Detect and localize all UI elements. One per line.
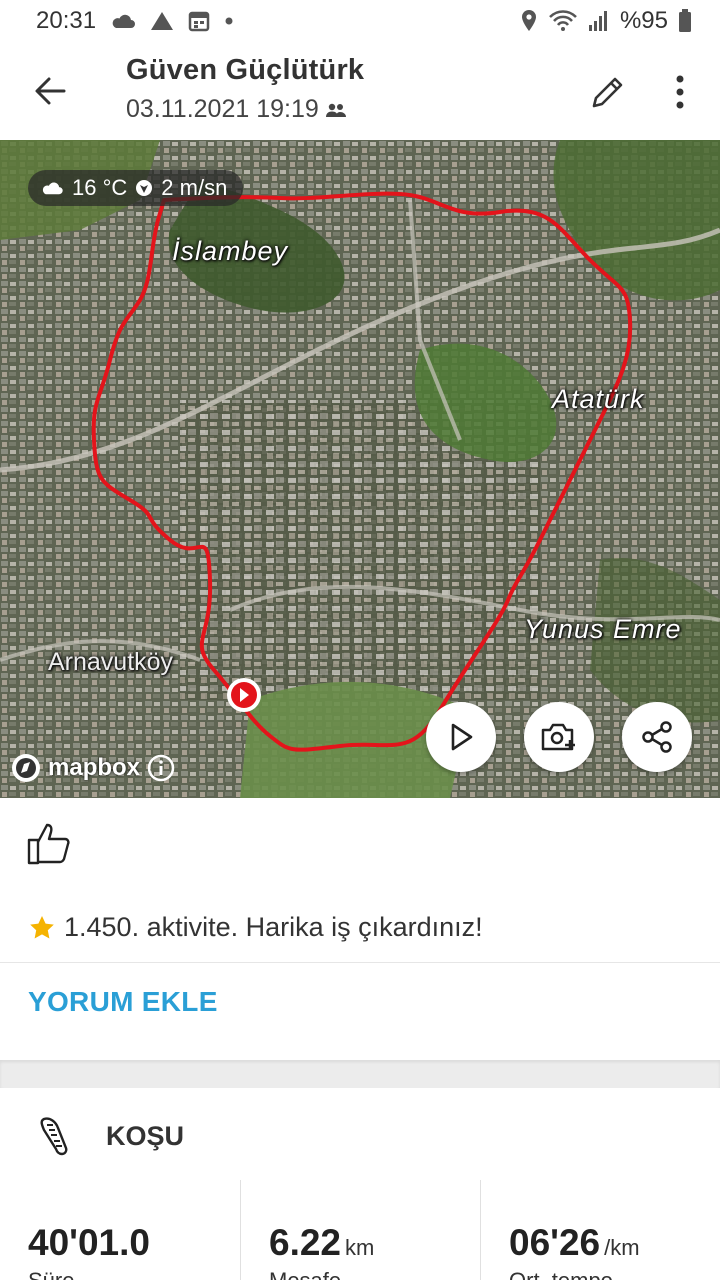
divider [0,962,720,963]
weather-badge: 16 °C 2 m/sn [28,170,244,206]
stat-value: 40'01.0 [28,1222,240,1264]
map-label-arnavutkoy: Arnavutköy [48,648,174,676]
stat-distance-label: Mesafe [269,1268,480,1280]
stats-row: 40'01.0 Süre 6.22km Mesafe 06'26/km Ort.… [0,1180,720,1280]
satellite-map-image [0,140,720,798]
info-icon[interactable] [146,753,176,783]
status-bar: 20:31 %95 [0,0,720,42]
thumbs-up-icon [27,823,70,865]
dot-icon [224,16,234,26]
stat-duration-label: Süre [28,1268,240,1280]
weather-temperature: 16 °C [72,175,128,200]
stat-pace: 06'26/km Ort. tempo [480,1180,720,1280]
stat-distance-unit: km [345,1235,375,1260]
battery-percent: %95 [619,7,668,34]
stat-pace-unit: /km [604,1235,640,1260]
mapbox-logo-icon [12,754,40,782]
like-button[interactable] [26,820,76,874]
stat-duration: 40'01.0 Süre [0,1180,240,1280]
stat-distance: 6.22km Mesafe [240,1180,480,1280]
more-vertical-icon [676,75,684,109]
calendar-icon [188,10,210,32]
status-time: 20:31 [36,7,97,34]
battery-icon [678,9,692,33]
page-title: Güven Güçlütürk [126,54,365,86]
achievement-text: 1.450. aktivite. Harika iş çıkardınız! [64,912,483,942]
share-button[interactable] [622,702,692,772]
pencil-icon [592,77,623,108]
cloud-icon [110,12,136,30]
stat-value: 6.22 km [269,1222,480,1264]
activity-datetime-row: 03.11.2021 19:19 [126,95,364,124]
signal-icon [588,10,610,32]
stat-value: 06'26/km [509,1222,720,1264]
route-map[interactable]: 16 °C 2 m/sn İslambey Atatürk Yunus Emre… [0,140,720,798]
stat-duration-value: 40'01.0 [28,1222,150,1263]
running-shoe-icon [40,1117,68,1156]
add-comment-button[interactable]: YORUM EKLE [28,986,218,1018]
app-header: Güven Güçlütürk 03.11.2021 19:19 [0,42,720,140]
section-separator [0,1060,720,1088]
warning-triangle-icon [150,11,174,31]
wifi-icon [548,9,578,33]
share-icon [642,721,672,753]
camera-plus-icon [541,723,575,751]
sport-type-row: KOŞU [36,1116,184,1156]
header-title-block: Güven Güçlütürk 03.11.2021 19:19 [126,54,364,124]
friends-icon [325,103,346,117]
edit-button[interactable] [584,68,632,116]
arrow-left-icon [35,77,66,105]
location-icon [520,9,538,33]
stat-pace-label: Ort. tempo [509,1268,720,1280]
wind-direction-icon [136,180,153,196]
play-replay-button[interactable] [426,702,496,772]
map-label-islambey: İslambey [172,236,289,266]
activity-datetime: 03.11.2021 19:19 [126,95,319,123]
play-icon [451,723,473,751]
add-photo-button[interactable] [524,702,594,772]
mapbox-wordmark: mapbox [48,754,141,781]
sport-type-label: KOŞU [106,1120,185,1151]
stat-pace-value: 06'26 [509,1222,601,1263]
star-icon [30,915,54,938]
more-options-button[interactable] [660,68,700,116]
weather-wind: 2 m/sn [161,175,228,200]
stat-distance-value: 6.22 [269,1222,342,1263]
achievement-row: 1.450. aktivite. Harika iş çıkardınız! [28,912,483,943]
map-label-yunus-emre: Yunus Emre [524,614,682,644]
mapbox-attribution[interactable]: mapbox [10,752,176,784]
cloud-icon [42,182,63,195]
back-button[interactable] [0,42,100,140]
map-label-ataturk: Atatürk [552,384,645,414]
